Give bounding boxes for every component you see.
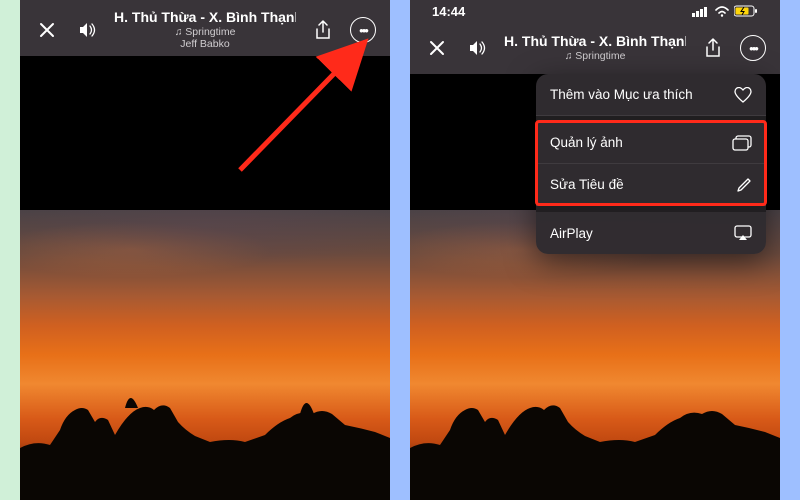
menu-item-manage[interactable]: Quản lý ảnh [536,122,766,164]
airplay-icon [732,225,752,241]
menu-item-favorite[interactable]: Thêm vào Mục ưa thích [536,74,766,116]
menu-item-airplay[interactable]: AirPlay [536,212,766,254]
memory-title: H. Thủ Thừa - X. Bình Thạnh [504,33,686,50]
share-icon[interactable] [700,35,726,61]
phone-right: 14:44 H. Thủ Thừa - X. Bình Thạnh ♫ Spri… [410,0,780,500]
more-icon[interactable]: ••• [740,35,766,61]
topbar: 14:44 H. Thủ Thừa - X. Bình Thạnh ♫ Spri… [410,0,780,74]
speaker-icon[interactable] [74,17,100,43]
heart-icon [732,87,752,103]
cellular-icon [692,5,710,17]
phone-left: H. Thủ Thừa - X. Bình Thạnh ♫ Springtime… [20,0,390,500]
speaker-icon[interactable] [464,35,490,61]
topbar: H. Thủ Thừa - X. Bình Thạnh ♫ Springtime… [20,0,390,56]
title-block: H. Thủ Thừa - X. Bình Thạnh ♫ Springtime [504,33,686,62]
song-name: ♫ Springtime [504,50,686,63]
photos-icon [732,135,752,151]
menu-label: Thêm vào Mục ưa thích [550,87,693,102]
menu-label: Sửa Tiêu đề [550,177,624,192]
battery-icon [734,5,758,17]
artist-name: Jeff Babko [114,38,296,51]
close-icon[interactable] [424,35,450,61]
menu-item-edit-title[interactable]: Sửa Tiêu đề [536,164,766,206]
memory-title: H. Thủ Thừa - X. Bình Thạnh [114,9,296,26]
title-block: H. Thủ Thừa - X. Bình Thạnh ♫ Springtime… [114,9,296,51]
context-menu: Thêm vào Mục ưa thích Quản lý ảnh Sửa Ti… [536,74,766,254]
status-time: 14:44 [432,4,465,19]
more-icon[interactable]: ••• [350,17,376,43]
menu-label: AirPlay [550,226,593,241]
song-name: ♫ Springtime [114,26,296,39]
status-bar: 14:44 [410,0,780,22]
menu-label: Quản lý ảnh [550,135,623,150]
share-icon[interactable] [310,17,336,43]
sunset-photo [20,210,390,500]
close-icon[interactable] [34,17,60,43]
pencil-icon [732,177,752,193]
wifi-icon [714,5,730,17]
